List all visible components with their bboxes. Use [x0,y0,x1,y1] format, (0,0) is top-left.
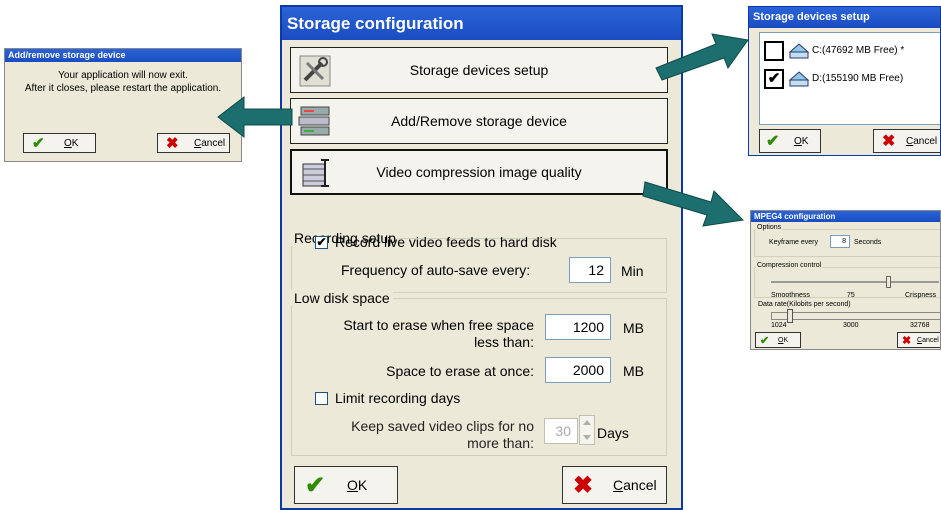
dialog-title: Storage configuration [282,7,681,40]
cancel-button[interactable]: ✖ Cancel [873,129,940,153]
nav-button-label: Add/Remove storage device [391,113,567,129]
autosave-unit: Min [621,263,644,279]
device-checkbox[interactable] [764,41,784,61]
cancel-x-icon: ✖ [166,135,179,152]
spin-up-arrow-icon[interactable] [583,420,591,425]
cancel-label: ancel [922,336,939,344]
options-label: Options [756,224,783,231]
cancel-x-icon: ✖ [573,471,594,499]
keep-days-input[interactable]: 30 [544,418,578,444]
storage-configuration-dialog: Storage configuration Storage devices se… [280,5,683,510]
keyframe-unit: Seconds [854,239,882,246]
compress-icon [302,159,329,187]
rate-mid-label: 3000 [843,322,859,329]
drive-stack-icon [298,106,330,136]
erase-once-input[interactable]: 2000 [545,357,611,383]
arrow-to-storage-devices-dialog [655,33,749,81]
arrow-to-add-remove-dialog [217,95,293,139]
erase-once-label: Space to erase at once: [386,363,534,379]
dialog-title: Add/remove storage device [5,49,241,62]
cancel-label: ancel [913,135,938,147]
spin-down-arrow-icon[interactable] [583,435,591,440]
data-rate-label: Data rate(Kilobits per second) [758,301,851,308]
limit-recording-days-checkbox[interactable] [315,392,328,405]
cancel-button[interactable]: ✖ Cancel [562,466,667,504]
keep-clips-label-line-1: Keep saved video clips for no [351,418,534,434]
data-rate-slider[interactable] [771,312,940,320]
checkmark-icon: ✔ [32,135,45,152]
hard-drive-icon [788,43,810,59]
record-live-label: Record live video feeds to hard disk [335,234,557,250]
checkmark-icon: ✔ [760,334,770,347]
storage-devices-setup-button[interactable]: Storage devices setup [290,47,668,93]
erase-start-label-line-2: less than: [474,334,534,350]
limit-recording-days-label: Limit recording days [335,390,461,406]
add-remove-storage-device-button[interactable]: Add/Remove storage device [290,98,668,144]
device-label: C:(47692 MB Free) * [812,45,905,56]
compression-slider-track[interactable] [771,281,939,283]
erase-once-unit: MB [623,363,644,379]
erase-start-unit: MB [623,320,644,336]
keep-days-spinner[interactable] [579,415,595,445]
cancel-button[interactable]: ✖ Cancel [897,332,940,348]
ok-label: K [71,137,79,149]
add-remove-dialog: Add/remove storage device Your applicati… [4,48,242,162]
low-disk-space-label: Low disk space [291,290,393,306]
ok-button[interactable]: ✔ OK [23,133,96,153]
keyframe-label: Keyframe every [769,239,819,246]
video-compression-quality-button[interactable]: Video compression image quality [290,149,668,195]
checkmark-icon: ✔ [766,133,780,150]
ok-hotkey: O [347,477,358,493]
rate-max-label: 32768 [910,322,930,329]
hard-drive-icon [788,71,810,87]
erase-start-label-line-1: Start to erase when free space [343,317,534,333]
ok-button[interactable]: ✔ OK [759,129,821,153]
ok-hotkey: O [64,137,72,149]
keep-clips-label-line-2: more than: [467,435,534,451]
erase-start-input[interactable]: 1200 [545,314,611,340]
arrow-to-mpeg4-dialog [642,181,745,227]
ok-hotkey: O [794,135,802,147]
device-item[interactable]: ✔ D:(155190 MB Free) [764,69,940,89]
compression-label: Compression control [756,262,823,269]
record-live-checkbox[interactable]: ✔ [315,236,328,249]
keyframe-input[interactable]: 8 [830,235,850,248]
exit-message-line-2: After it closes, please restart the appl… [24,83,222,94]
tools-icon [299,55,331,87]
dialog-title: MPEG4 configuration [751,211,940,222]
data-rate-slider-thumb[interactable] [787,309,793,323]
storage-devices-dialog: Storage devices setup C:(47692 MB Free) … [748,6,941,156]
nav-button-label: Storage devices setup [409,62,549,78]
keep-days-unit: Days [597,425,629,441]
cancel-x-icon: ✖ [882,133,896,150]
nav-button-label: Video compression image quality [376,164,582,180]
device-list: C:(47692 MB Free) * ✔ D:(155190 MB Free) [759,32,940,125]
ok-button[interactable]: ✔ OK [755,332,801,348]
cancel-x-icon: ✖ [902,334,912,347]
checkmark-icon: ✔ [305,471,326,499]
device-checkbox[interactable]: ✔ [764,69,784,89]
rate-min-label: 1024 [771,322,787,329]
device-label: D:(155190 MB Free) [812,73,904,84]
autosave-label: Frequency of auto-save every: [341,262,531,278]
mpeg4-configuration-dialog: MPEG4 configuration Options Keyframe eve… [750,210,941,350]
autosave-frequency-input[interactable]: 12 [569,257,611,283]
device-item[interactable]: C:(47692 MB Free) * [764,41,940,61]
ok-label: K [783,336,789,344]
cancel-label: ancel [623,477,657,493]
ok-label: K [357,477,368,493]
dialog-title: Storage devices setup [749,7,940,28]
cancel-hotkey: C [613,477,624,493]
ok-label: K [801,135,809,147]
exit-message-line-1: Your application will now exit. [58,70,188,81]
ok-button[interactable]: ✔ OK [294,466,398,504]
